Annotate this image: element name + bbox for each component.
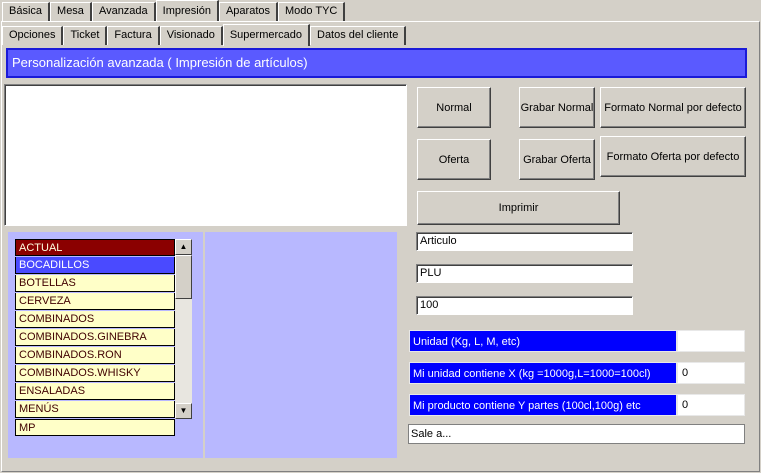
scroll-up-icon[interactable]: ▲ — [175, 239, 192, 255]
contiene-x-field[interactable]: 0 — [677, 362, 745, 384]
list-item[interactable]: MENÚS — [15, 401, 175, 418]
tab-impresion[interactable]: Impresión — [155, 0, 219, 22]
tab-modo-tyc[interactable]: Modo TYC — [278, 2, 346, 21]
imprimir-button[interactable]: Imprimir — [417, 191, 620, 225]
list-item[interactable]: COMBINADOS.RON — [15, 347, 175, 364]
tab-avanzada[interactable]: Avanzada — [91, 2, 156, 21]
tab-ticket[interactable]: Ticket — [63, 26, 108, 45]
list-item[interactable]: ACTUAL — [15, 239, 175, 256]
sale-field[interactable]: Sale a... — [408, 424, 745, 444]
unidad-label: Unidad (Kg, L, M, etc) — [409, 330, 677, 352]
main-tabs: Básica Mesa Avanzada Impresión Aparatos … — [2, 0, 346, 22]
contiene-y-field[interactable]: 0 — [677, 394, 745, 416]
cantidad-field[interactable]: 100 — [416, 296, 633, 315]
list-scrollbar[interactable]: ▲ ▼ — [175, 239, 192, 419]
tab-factura[interactable]: Factura — [107, 26, 160, 45]
tab-mesa[interactable]: Mesa — [50, 2, 92, 21]
list-item[interactable]: COMBINADOS.WHISKY — [15, 365, 175, 382]
tab-opciones[interactable]: Opciones — [2, 26, 64, 45]
preview-area[interactable] — [4, 84, 407, 226]
normal-button[interactable]: Normal — [417, 87, 491, 128]
sub-tabs: Opciones Ticket Factura Visionado Superm… — [2, 24, 407, 46]
section-header: Personalización avanzada ( Impresión de … — [6, 48, 747, 78]
grabar-oferta-button[interactable]: Grabar Oferta — [519, 139, 595, 180]
tab-basica[interactable]: Básica — [2, 2, 51, 21]
plu-field[interactable]: PLU — [416, 264, 633, 283]
category-list[interactable]: ACTUAL BOCADILLOS BOTELLAS CERVEZA COMBI… — [15, 239, 192, 419]
list-item[interactable]: COMBINADOS.GINEBRA — [15, 329, 175, 346]
tab-datos-cliente[interactable]: Datos del cliente — [310, 26, 407, 45]
unidad-field[interactable] — [677, 330, 745, 352]
contiene-y-label: Mi producto contiene Y partes (100cl,100… — [409, 394, 677, 416]
scroll-down-icon[interactable]: ▼ — [175, 403, 192, 419]
tab-visionado[interactable]: Visionado — [159, 26, 223, 45]
list-item[interactable]: BOCADILLOS — [15, 257, 175, 274]
list-item[interactable]: ENSALADAS — [15, 383, 175, 400]
formato-normal-button[interactable]: Formato Normal por defecto — [600, 87, 746, 128]
list-item[interactable]: BOTELLAS — [15, 275, 175, 292]
tab-supermercado[interactable]: Supermercado — [222, 24, 310, 46]
formato-oferta-button[interactable]: Formato Oferta por defecto — [600, 136, 746, 177]
list-item[interactable]: CERVEZA — [15, 293, 175, 310]
oferta-button[interactable]: Oferta — [417, 139, 491, 180]
list-item[interactable]: COMBINADOS — [15, 311, 175, 328]
grabar-normal-button[interactable]: Grabar Normal — [519, 87, 595, 128]
articulo-field[interactable]: Articulo — [416, 232, 633, 251]
preview-panel — [205, 232, 397, 458]
tab-aparatos[interactable]: Aparatos — [218, 2, 278, 21]
contiene-x-label: Mi unidad contiene X (kg =1000g,L=1000=1… — [409, 362, 677, 384]
list-item[interactable]: MP — [15, 419, 175, 436]
scroll-thumb[interactable] — [175, 255, 192, 299]
